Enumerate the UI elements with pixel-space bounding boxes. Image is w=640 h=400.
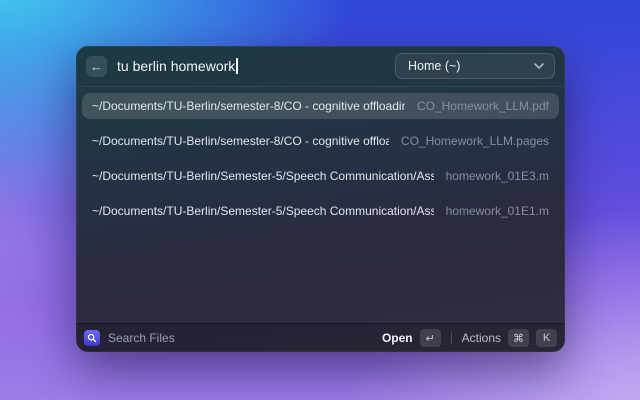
result-path: ~/Documents/TU-Berlin/Semester-5/Speech … xyxy=(92,169,434,183)
search-header: ← tu berlin homework Home (~) xyxy=(76,46,565,87)
desktop-background: { "search": { "back_glyph": "←", "value"… xyxy=(0,0,640,400)
result-row[interactable]: ~/Documents/TU-Berlin/Semester-5/Speech … xyxy=(82,198,559,224)
open-action-button[interactable]: Open xyxy=(382,331,413,345)
footer-divider xyxy=(450,332,452,344)
result-path: ~/Documents/TU-Berlin/Semester-5/Speech … xyxy=(92,204,434,218)
scope-dropdown-label: Home (~) xyxy=(408,59,461,73)
return-key-badge[interactable]: ↵ xyxy=(419,329,441,347)
text-caret xyxy=(236,58,238,74)
status-bar: Search Files Open ↵ Actions ⌘ K xyxy=(76,323,565,352)
result-row[interactable]: ~/Documents/TU-Berlin/semester-8/CO - co… xyxy=(82,93,559,119)
result-filename: CO_Homework_LLM.pages xyxy=(400,134,549,148)
cmd-key-badge[interactable]: ⌘ xyxy=(508,329,529,347)
search-launcher-window: ← tu berlin homework Home (~) ~/Document… xyxy=(76,46,565,352)
search-input[interactable]: tu berlin homework xyxy=(117,58,238,74)
result-path: ~/Documents/TU-Berlin/semester-8/CO - co… xyxy=(92,134,389,148)
actions-menu-button[interactable]: Actions xyxy=(462,331,501,345)
result-filename: homework_01E1.m xyxy=(445,204,549,218)
source-label: Search Files xyxy=(108,331,175,345)
back-arrow-icon: ← xyxy=(90,58,103,74)
back-button[interactable]: ← xyxy=(86,55,107,77)
search-files-icon xyxy=(84,330,100,346)
result-filename: homework_01E3.m xyxy=(445,169,549,183)
chevron-down-icon xyxy=(534,63,544,69)
result-row[interactable]: ~/Documents/TU-Berlin/Semester-5/Speech … xyxy=(82,163,559,189)
search-input-value: tu berlin homework xyxy=(117,58,236,74)
footer-actions: Open ↵ Actions ⌘ K xyxy=(382,329,557,347)
result-row[interactable]: ~/Documents/TU-Berlin/semester-8/CO - co… xyxy=(82,128,559,154)
k-key-badge[interactable]: K xyxy=(536,329,557,347)
scope-dropdown[interactable]: Home (~) xyxy=(395,53,555,79)
results-list: ~/Documents/TU-Berlin/semester-8/CO - co… xyxy=(76,87,565,323)
result-path: ~/Documents/TU-Berlin/semester-8/CO - co… xyxy=(92,99,405,113)
result-filename: CO_Homework_LLM.pdf xyxy=(416,99,549,113)
